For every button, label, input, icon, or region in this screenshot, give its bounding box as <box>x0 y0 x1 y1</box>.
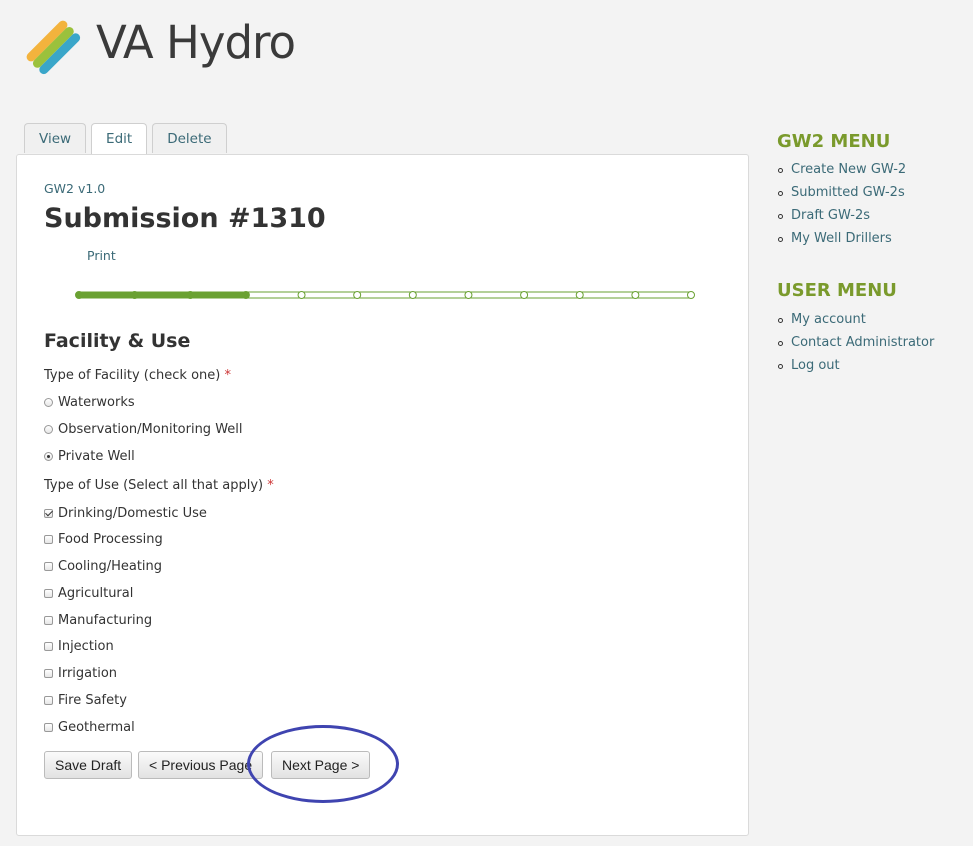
tab-edit[interactable]: Edit <box>91 123 148 155</box>
progress-step <box>575 291 584 299</box>
checkbox-geothermal[interactable]: Geothermal <box>44 720 135 735</box>
radio-button[interactable] <box>44 398 53 407</box>
checkbox-checked[interactable] <box>44 509 53 518</box>
radio-observation-monitoring-well[interactable]: Observation/Monitoring Well <box>44 422 243 437</box>
checkbox-food-processing[interactable]: Food Processing <box>44 532 163 547</box>
progress-step <box>241 291 250 299</box>
facility-type-label-text: Type of Facility (check one) <box>44 368 221 383</box>
checkbox[interactable] <box>44 589 53 598</box>
tab-view[interactable]: View <box>24 123 87 153</box>
use-type-label: Type of Use (Select all that apply) * <box>44 478 274 493</box>
checkbox-drinking-domestic-use[interactable]: Drinking/Domestic Use <box>44 506 207 521</box>
progress-step <box>408 291 417 299</box>
checkbox[interactable] <box>44 535 53 544</box>
checkbox-cooling-heating[interactable]: Cooling/Heating <box>44 559 162 574</box>
menu-item-draft-gw2s[interactable]: Draft GW-2s <box>777 207 967 230</box>
menu-item-create-new-gw2[interactable]: Create New GW-2 <box>777 161 967 184</box>
progress-step <box>464 291 473 299</box>
menu-item-my-well-drillers[interactable]: My Well Drillers <box>777 230 967 253</box>
checkbox-label: Food Processing <box>58 532 163 547</box>
tab-delete[interactable]: Delete <box>152 123 227 153</box>
menu-item-contact-administrator[interactable]: Contact Administrator <box>777 334 967 357</box>
checkbox-injection[interactable]: Injection <box>44 639 114 654</box>
menu-item-log-out[interactable]: Log out <box>777 357 967 380</box>
site-name[interactable]: VA Hydro <box>96 20 296 65</box>
radio-waterworks[interactable]: Waterworks <box>44 395 135 410</box>
progress-step <box>130 291 139 299</box>
checkbox-irrigation[interactable]: Irrigation <box>44 666 117 681</box>
checkbox-agricultural[interactable]: Agricultural <box>44 586 133 601</box>
progress-step <box>520 291 529 299</box>
user-menu-title: USER MENU <box>777 280 897 302</box>
checkbox-label: Cooling/Heating <box>58 559 163 574</box>
required-marker: * <box>267 478 274 493</box>
user-menu: My account Contact Administrator Log out <box>777 311 967 380</box>
page-title: Submission #1310 <box>44 203 326 234</box>
sidebar: GW2 MENU Create New GW-2 Submitted GW-2s… <box>777 130 967 380</box>
checkbox-label: Agricultural <box>58 586 134 601</box>
va-hydro-logo-icon <box>26 20 81 75</box>
checkbox-fire-safety[interactable]: Fire Safety <box>44 693 127 708</box>
checkbox-label: Drinking/Domestic Use <box>58 506 207 521</box>
gw2-menu: Create New GW-2 Submitted GW-2s Draft GW… <box>777 161 967 253</box>
radio-button[interactable] <box>44 425 53 434</box>
gw2-menu-title: GW2 MENU <box>777 131 891 152</box>
next-page-button[interactable]: Next Page > <box>271 751 371 779</box>
progress-fill <box>79 292 246 298</box>
user-menu-block: USER MENU My account Contact Administrat… <box>777 279 967 379</box>
progress-step <box>353 291 362 299</box>
previous-page-button[interactable]: < Previous Page <box>138 751 264 779</box>
checkbox-label: Fire Safety <box>58 693 127 708</box>
save-draft-button[interactable]: Save Draft <box>44 751 133 779</box>
required-marker: * <box>224 368 231 383</box>
progress-step <box>75 291 83 299</box>
print-link[interactable]: Print <box>87 248 116 263</box>
radio-label: Waterworks <box>58 395 135 410</box>
checkbox-label: Injection <box>58 639 114 654</box>
radio-label: Private Well <box>58 449 135 464</box>
facility-type-label: Type of Facility (check one) * <box>44 368 231 383</box>
menu-item-submitted-gw2s[interactable]: Submitted GW-2s <box>777 184 967 207</box>
checkbox-manufacturing[interactable]: Manufacturing <box>44 613 152 628</box>
menu-item-my-account[interactable]: My account <box>777 311 967 334</box>
progress-step <box>186 291 195 299</box>
checkbox[interactable] <box>44 562 53 571</box>
radio-label: Observation/Monitoring Well <box>58 422 243 437</box>
gw2-menu-block: GW2 MENU Create New GW-2 Submitted GW-2s… <box>777 130 967 253</box>
main-content: GW2 v1.0 Submission #1310 Print Facility… <box>16 154 749 836</box>
form-version-link[interactable]: GW2 v1.0 <box>44 181 105 196</box>
checkbox-label: Manufacturing <box>58 613 153 628</box>
progress-bar <box>75 291 695 299</box>
checkbox[interactable] <box>44 669 53 678</box>
checkbox[interactable] <box>44 723 53 732</box>
radio-private-well[interactable]: Private Well <box>44 449 135 464</box>
checkbox-label: Irrigation <box>58 666 118 681</box>
progress-step <box>687 291 695 299</box>
use-type-label-text: Type of Use (Select all that apply) <box>44 478 264 493</box>
progress-step <box>297 291 306 299</box>
checkbox[interactable] <box>44 696 53 705</box>
progress-step <box>631 291 640 299</box>
checkbox[interactable] <box>44 642 53 651</box>
checkbox-label: Geothermal <box>58 720 135 735</box>
section-title: Facility & Use <box>44 330 191 352</box>
local-tasks-tabs: View Edit Delete <box>24 123 232 155</box>
radio-button-selected[interactable] <box>44 452 53 461</box>
checkbox[interactable] <box>44 616 53 625</box>
